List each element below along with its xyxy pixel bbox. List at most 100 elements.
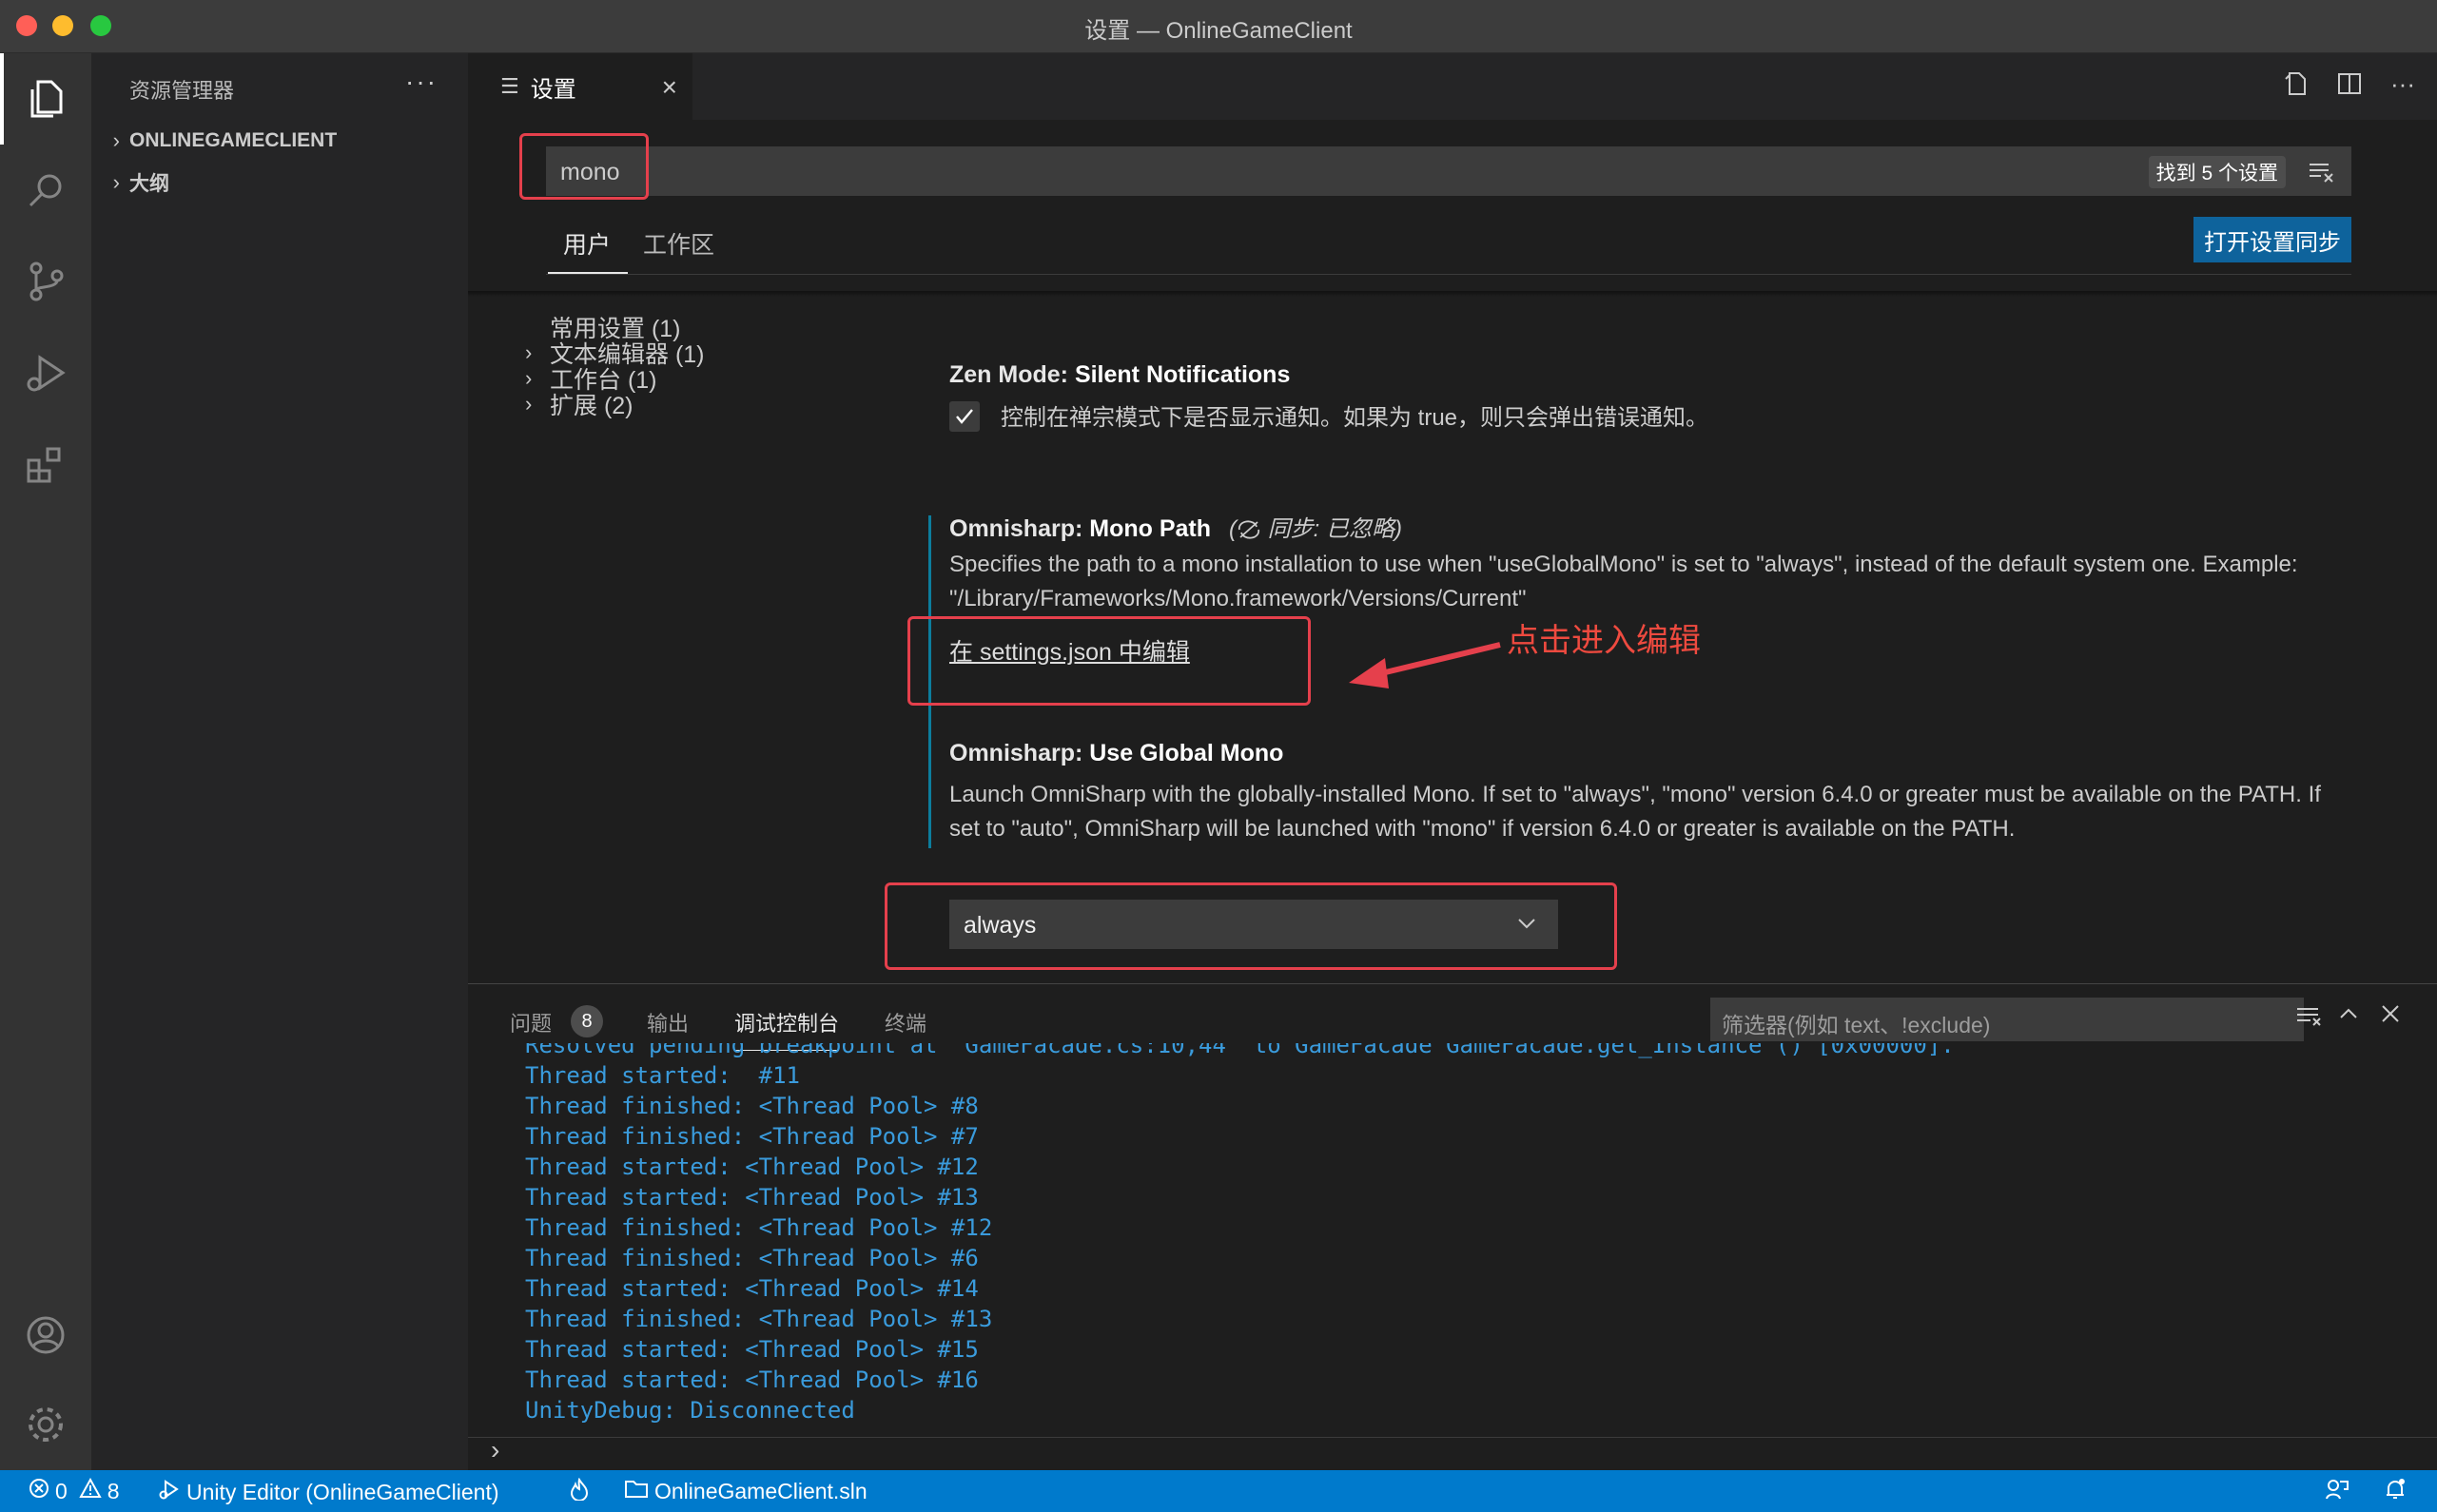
editor-tab-bar: ☰ 设置 × ···: [468, 53, 2437, 120]
run-debug-icon[interactable]: [0, 327, 91, 418]
setting-description: Specifies the path to a mono installatio…: [949, 552, 2298, 611]
console-line: Resolved pending breakpoint at 'GameFaca…: [525, 1043, 1955, 1058]
close-icon[interactable]: ×: [662, 72, 677, 103]
divider: [546, 274, 2351, 275]
extensions-icon[interactable]: [0, 418, 91, 510]
settings-editor: mono 找到 5 个设置 用户 工作区 打开设置同步 常用设置 (1) › 文…: [468, 120, 2437, 983]
clear-console-icon[interactable]: [2294, 1001, 2323, 1037]
filter-placeholder: 筛选器(例如 text、!exclude): [1722, 1013, 1991, 1037]
tab-output[interactable]: 输出: [647, 1007, 689, 1037]
setting-name: Mono Path: [1089, 515, 1212, 542]
chevron-right-icon: ›: [112, 170, 120, 194]
sync-ignored-note: ( 同步: 已忽略): [1228, 516, 1402, 542]
open-settings-sync-button[interactable]: 打开设置同步: [2193, 217, 2351, 262]
settings-list-icon: ☰: [500, 74, 519, 98]
search-icon[interactable]: [0, 145, 91, 236]
chevron-right-icon: ›: [525, 392, 533, 416]
omnisharp-flame-icon[interactable]: [569, 1478, 590, 1501]
problems-status[interactable]: 0 8: [29, 1477, 120, 1504]
annotation-text: 点击进入编辑: [1507, 623, 1701, 659]
warning-count: 8: [107, 1478, 120, 1503]
console-line: Thread finished: <Thread Pool> #13: [525, 1306, 993, 1332]
setting-title-zen-silent-notifications: Zen Mode: Silent Notifications: [949, 361, 1290, 389]
toc-label: 扩展 (2): [550, 393, 634, 419]
explorer-sidebar: 资源管理器 ··· › ONLINEGAMECLIENT › 大纲: [91, 53, 468, 1470]
status-bar: 0 8 Unity Editor (OnlineGameClient) Onli…: [0, 1470, 2437, 1512]
editor-actions: ···: [2281, 68, 2418, 99]
console-line: Thread started: <Thread Pool> #14: [525, 1275, 979, 1302]
error-icon: [29, 1478, 49, 1504]
console-line: Thread started: <Thread Pool> #16: [525, 1367, 979, 1393]
split-editor-icon[interactable]: [2334, 68, 2365, 99]
open-settings-json-icon[interactable]: [2281, 68, 2311, 99]
explorer-icon[interactable]: [0, 53, 91, 145]
debug-target-status[interactable]: Unity Editor (OnlineGameClient): [158, 1478, 499, 1506]
clear-filter-icon[interactable]: [2307, 157, 2335, 192]
warning-icon: [79, 1477, 102, 1504]
console-line: Thread started: <Thread Pool> #13: [525, 1184, 979, 1211]
problems-count-badge: 8: [571, 1005, 603, 1037]
more-actions-icon[interactable]: ···: [2388, 68, 2418, 99]
tab-terminal[interactable]: 终端: [885, 1007, 926, 1037]
annotation-box-search: [519, 133, 649, 200]
setting-description: Launch OmniSharp with the globally-insta…: [949, 782, 2321, 842]
section-label: 大纲: [129, 173, 169, 195]
debug-console-output: Resolved pending breakpoint at 'GameFaca…: [525, 1043, 2427, 1475]
activity-bar: [0, 53, 91, 1470]
more-actions-icon[interactable]: ···: [405, 67, 438, 97]
solution-label: OnlineGameClient.sln: [654, 1478, 868, 1503]
annotation-box-edit-link: [907, 616, 1311, 706]
console-prompt-icon[interactable]: ›: [491, 1435, 499, 1465]
tab-user[interactable]: 用户: [563, 226, 611, 261]
found-count-badge: 找到 5 个设置: [2148, 156, 2286, 188]
title-bar: 设置 — OnlineGameClient: [0, 0, 2437, 53]
tab-debug-console[interactable]: 调试控制台: [734, 1007, 840, 1051]
tab-workspace[interactable]: 工作区: [643, 226, 714, 261]
setting-title-use-global-mono: Omnisharp: Use Global Mono: [949, 740, 1283, 767]
close-panel-icon[interactable]: [2378, 1001, 2403, 1033]
accounts-icon[interactable]: [0, 1289, 91, 1381]
setting-category: Zen Mode:: [949, 361, 1075, 388]
solution-status[interactable]: OnlineGameClient.sln: [624, 1478, 868, 1504]
console-filter-input[interactable]: 筛选器(例如 text、!exclude): [1710, 998, 2304, 1041]
console-line: Thread finished: <Thread Pool> #7: [525, 1123, 979, 1150]
setting-name: Use Global Mono: [1089, 740, 1284, 766]
section-outline[interactable]: › 大纲: [91, 162, 468, 204]
annotation-box-select: [885, 882, 1617, 970]
window-title: 设置 — OnlineGameClient: [1084, 18, 1353, 44]
error-count: 0: [55, 1478, 68, 1503]
feedback-icon[interactable]: [2325, 1478, 2349, 1501]
tab-problems[interactable]: 问题: [510, 1007, 552, 1037]
settings-search-input[interactable]: mono 找到 5 个设置: [546, 146, 2351, 196]
console-line: UnityDebug: Disconnected: [525, 1397, 855, 1424]
section-onlinegameclient[interactable]: › ONLINEGAMECLIENT: [91, 120, 468, 162]
tab-settings[interactable]: ☰ 设置 ×: [468, 53, 692, 120]
console-input-divider: [468, 1437, 2437, 1438]
console-line: Thread started: #11: [525, 1062, 800, 1089]
toc-item-extensions[interactable]: › 扩展 (2): [525, 387, 634, 421]
setting-category: Omnisharp:: [949, 740, 1090, 766]
maximize-panel-icon[interactable]: [2336, 1001, 2361, 1033]
console-line: Thread finished: <Thread Pool> #8: [525, 1093, 979, 1119]
console-line: Thread finished: <Thread Pool> #12: [525, 1214, 993, 1241]
manage-gear-icon[interactable]: [0, 1379, 91, 1470]
source-control-icon[interactable]: [0, 236, 91, 327]
setting-description: 控制在禅宗模式下是否显示通知。如果为 true，则只会弹出错误通知。: [1001, 405, 1709, 431]
debug-target-label: Unity Editor (OnlineGameClient): [186, 1479, 499, 1504]
chevron-right-icon: ›: [112, 128, 120, 152]
silent-notifications-checkbox[interactable]: [949, 401, 980, 432]
section-label: ONLINEGAMECLIENT: [129, 129, 338, 151]
debug-icon: [158, 1478, 181, 1506]
console-line: Thread started: <Thread Pool> #12: [525, 1153, 979, 1180]
setting-name: Silent Notifications: [1074, 361, 1291, 388]
console-line: Thread finished: <Thread Pool> #6: [525, 1245, 979, 1271]
tab-label: 设置: [530, 76, 576, 103]
folder-icon: [624, 1478, 649, 1504]
header-shadow: [468, 291, 2437, 297]
annotation-arrow: [1349, 642, 1501, 688]
notifications-bell-icon[interactable]: [2384, 1478, 2407, 1501]
bottom-panel: 问题 8 输出 调试控制台 终端 筛选器(例如 text、!exclude) R…: [468, 983, 2437, 1470]
sidebar-title: 资源管理器: [129, 79, 235, 103]
sync-ignored-label: 同步: 已忽略): [1267, 516, 1402, 542]
setting-category: Omnisharp:: [949, 515, 1090, 542]
